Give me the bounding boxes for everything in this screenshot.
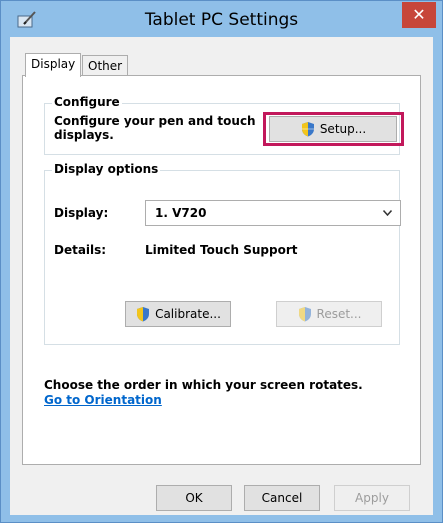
display-select[interactable]: 1. V720 xyxy=(145,200,401,226)
display-select-value: 1. V720 xyxy=(155,206,207,220)
close-icon: ✕ xyxy=(412,5,426,24)
ok-button[interactable]: OK xyxy=(156,485,232,511)
cancel-label: Cancel xyxy=(261,491,303,505)
display-label: Display: xyxy=(54,206,109,220)
calibrate-label: Calibrate... xyxy=(155,307,221,321)
window-title: Tablet PC Settings xyxy=(144,10,299,30)
setup-label: Setup... xyxy=(319,122,367,136)
reset-button[interactable]: Reset... xyxy=(276,301,382,327)
orientation-description: Choose the order in which your screen ro… xyxy=(44,378,363,392)
display-tab-panel: Configure Configure your pen and touch d… xyxy=(22,75,421,465)
apply-label: Apply xyxy=(355,491,389,505)
cancel-button[interactable]: Cancel xyxy=(244,485,320,511)
configure-description: Configure your pen and touch displays. xyxy=(54,114,256,142)
apply-button[interactable]: Apply xyxy=(334,485,410,511)
display-options-group-label: Display options xyxy=(52,162,161,176)
configure-group: Configure Configure your pen and touch d… xyxy=(44,95,404,155)
title-bar[interactable]: Tablet PC Settings ✕ xyxy=(1,1,442,37)
tab-other[interactable]: Other xyxy=(82,55,129,77)
configure-description-line1: Configure your pen and touch xyxy=(54,114,256,128)
chevron-down-icon xyxy=(383,210,392,216)
uac-shield-icon xyxy=(137,307,150,322)
tab-display[interactable]: Display xyxy=(25,53,82,77)
tablet-pc-settings-window: Tablet PC Settings ✕ Display Other Confi… xyxy=(0,0,443,523)
reset-label: Reset... xyxy=(316,307,362,321)
setup-button[interactable]: Setup... xyxy=(269,116,397,142)
details-value: Limited Touch Support xyxy=(145,243,298,257)
go-to-orientation-link[interactable]: Go to Orientation xyxy=(44,393,162,407)
calibrate-button[interactable]: Calibrate... xyxy=(125,301,231,327)
display-options-group: Display options Display: 1. V720 Details… xyxy=(44,162,401,345)
details-label: Details: xyxy=(54,243,107,257)
uac-shield-icon xyxy=(298,307,311,322)
configure-group-label: Configure xyxy=(52,95,122,109)
ok-label: OK xyxy=(185,491,203,505)
uac-shield-icon xyxy=(301,122,314,137)
close-button[interactable]: ✕ xyxy=(402,2,436,28)
configure-description-line2: displays. xyxy=(54,128,114,142)
dialog-client-area: Display Other Configure Configure your p… xyxy=(10,37,433,515)
